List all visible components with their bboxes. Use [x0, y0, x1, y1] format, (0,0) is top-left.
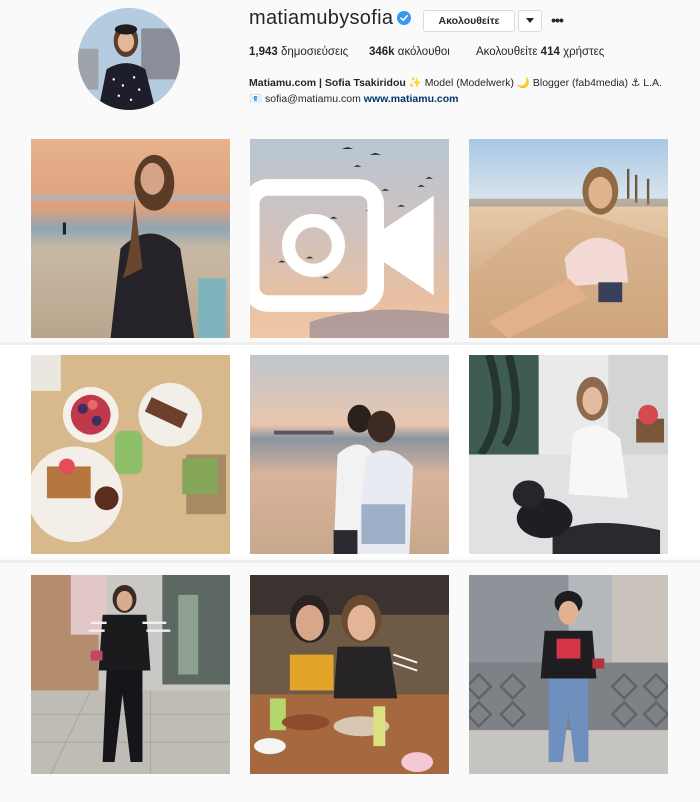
posts-count: 1,943	[249, 46, 278, 58]
profile-avatar[interactable]	[78, 8, 180, 110]
bio-description: ✨ Model (Modelwerk) 🌙 Blogger (fab4media…	[405, 77, 662, 89]
post-thumbnail[interactable]	[31, 139, 230, 338]
following-label: χρήστες	[563, 46, 605, 58]
following-button[interactable]: Ακολουθείτε	[423, 10, 515, 32]
bio-website-link[interactable]: www.matiamu.com	[364, 93, 459, 105]
posts-grid-row-3	[0, 563, 700, 775]
posts-grid-row-1	[0, 130, 700, 342]
post-thumbnail[interactable]	[250, 139, 449, 338]
following-stat[interactable]: Ακολουθείτε 414 χρήστες	[476, 46, 604, 58]
post-thumbnail[interactable]	[31, 355, 230, 554]
post-thumbnail[interactable]	[469, 139, 668, 338]
posts-count-stat: 1,943 δημοσιεύσεις	[249, 46, 348, 58]
followers-label: ακόλουθοι	[397, 46, 450, 58]
post-thumbnail[interactable]	[469, 355, 668, 554]
post-thumbnail[interactable]	[469, 575, 668, 774]
post-thumbnail[interactable]	[31, 575, 230, 774]
posts-label: δημοσιεύσεις	[280, 46, 349, 58]
more-options-button[interactable]: •••	[547, 10, 567, 30]
post-thumbnail[interactable]	[250, 575, 449, 774]
caret-down-icon	[526, 18, 534, 23]
bio-email: 📧 sofia@matiamu.com	[249, 93, 361, 105]
video-camera-icon	[250, 179, 434, 312]
verified-badge-icon	[397, 11, 411, 25]
followers-count: 346k	[369, 46, 395, 58]
profile-username: matiamubysofia	[249, 7, 394, 29]
followers-stat[interactable]: 346k ακόλουθοι	[369, 46, 450, 58]
following-prefix: Ακολουθείτε	[476, 46, 538, 58]
bio-line-1: Matiamu.com | Sofia Tsakiridou ✨ Model (…	[249, 75, 669, 91]
profile-header: matiamubysofia Ακολουθείτε ••• 1,943 δημ…	[0, 0, 700, 125]
post-thumbnail[interactable]	[250, 355, 449, 554]
following-count: 414	[540, 46, 560, 58]
posts-grid-row-2	[0, 345, 700, 557]
bio-line-2: 📧 sofia@matiamu.com www.matiamu.com	[249, 91, 669, 107]
bio-full-name: Matiamu.com | Sofia Tsakiridou	[249, 77, 406, 89]
ellipsis-icon: •••	[551, 12, 564, 28]
suggestions-dropdown-button[interactable]	[518, 10, 542, 32]
profile-bio: Matiamu.com | Sofia Tsakiridou ✨ Model (…	[249, 75, 669, 107]
